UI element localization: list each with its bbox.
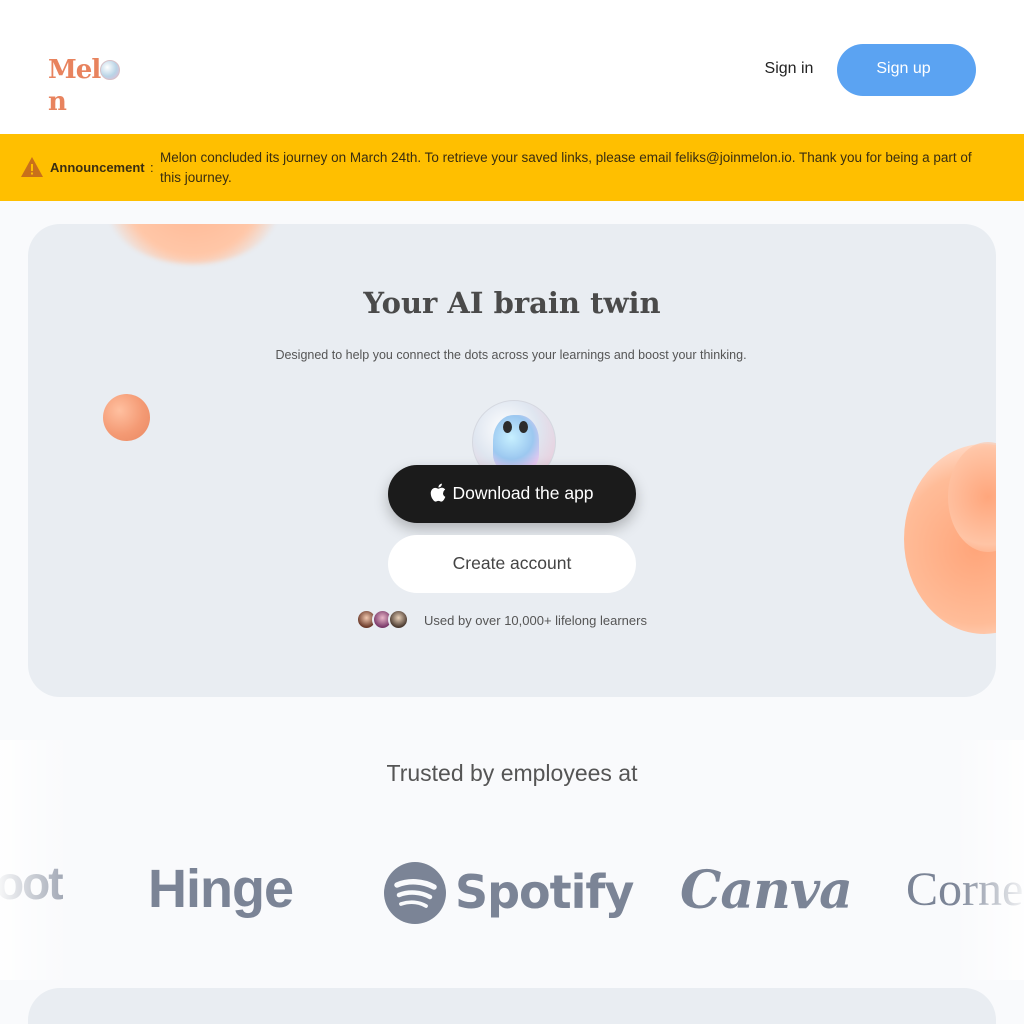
canva-logo: Canva — [680, 860, 853, 921]
spotify-icon — [384, 862, 446, 924]
sign-up-button[interactable]: Sign up — [837, 44, 976, 96]
create-account-button[interactable]: Create account — [388, 535, 636, 593]
announcement-banner: Announcement : Melon concluded its journ… — [0, 134, 1024, 201]
warning-icon — [21, 157, 43, 177]
melon-logo[interactable]: Meln — [48, 54, 134, 117]
avatar — [388, 609, 409, 630]
spotify-logo: Spotify — [383, 861, 634, 925]
site-header: Meln Sign in Sign up — [0, 0, 1024, 134]
mascot-body — [493, 415, 539, 471]
mascot-eye — [503, 421, 512, 433]
logo-wordmark: Meln — [48, 55, 121, 117]
mascot-eye — [519, 421, 528, 433]
hero-title: Your AI brain twin — [363, 286, 661, 320]
carousel-fade-right — [954, 740, 1024, 980]
decorative-blob — [108, 224, 278, 264]
decorative-sphere — [103, 394, 150, 441]
user-avatars — [356, 609, 412, 631]
hinge-logo: Hinge — [148, 859, 294, 919]
trusted-heading: Trusted by employees at — [386, 760, 638, 786]
announcement-label: Announcement — [50, 160, 145, 175]
next-section-card — [28, 988, 996, 1024]
sign-in-link[interactable]: Sign in — [752, 44, 826, 94]
logo-mascot-icon — [100, 60, 121, 80]
apple-icon — [431, 483, 446, 502]
hero-subtitle: Designed to help you connect the dots ac… — [275, 348, 747, 362]
download-app-button[interactable]: Download the app — [388, 465, 636, 523]
carousel-fade-left — [0, 740, 70, 980]
announcement-colon: : — [150, 160, 154, 175]
download-app-label: Download the app — [452, 483, 594, 503]
announcement-message: Melon concluded its journey on March 24t… — [160, 150, 972, 185]
social-proof-text: Used by over 10,000+ lifelong learners — [424, 613, 647, 628]
spotify-wordmark: Spotify — [455, 865, 634, 919]
